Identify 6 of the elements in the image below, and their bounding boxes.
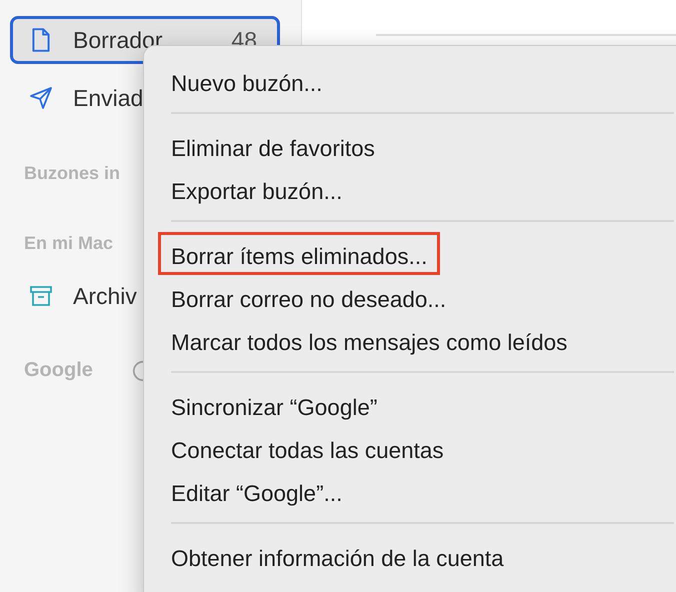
- mailbox-label: Archiv: [73, 282, 137, 310]
- section-header: En mi Mac: [24, 233, 114, 253]
- section-header: Buzones in: [24, 163, 120, 183]
- account-header: Google: [24, 359, 94, 382]
- mailbox-label: Enviad: [73, 84, 144, 112]
- mailbox-label: Borrador: [73, 26, 162, 54]
